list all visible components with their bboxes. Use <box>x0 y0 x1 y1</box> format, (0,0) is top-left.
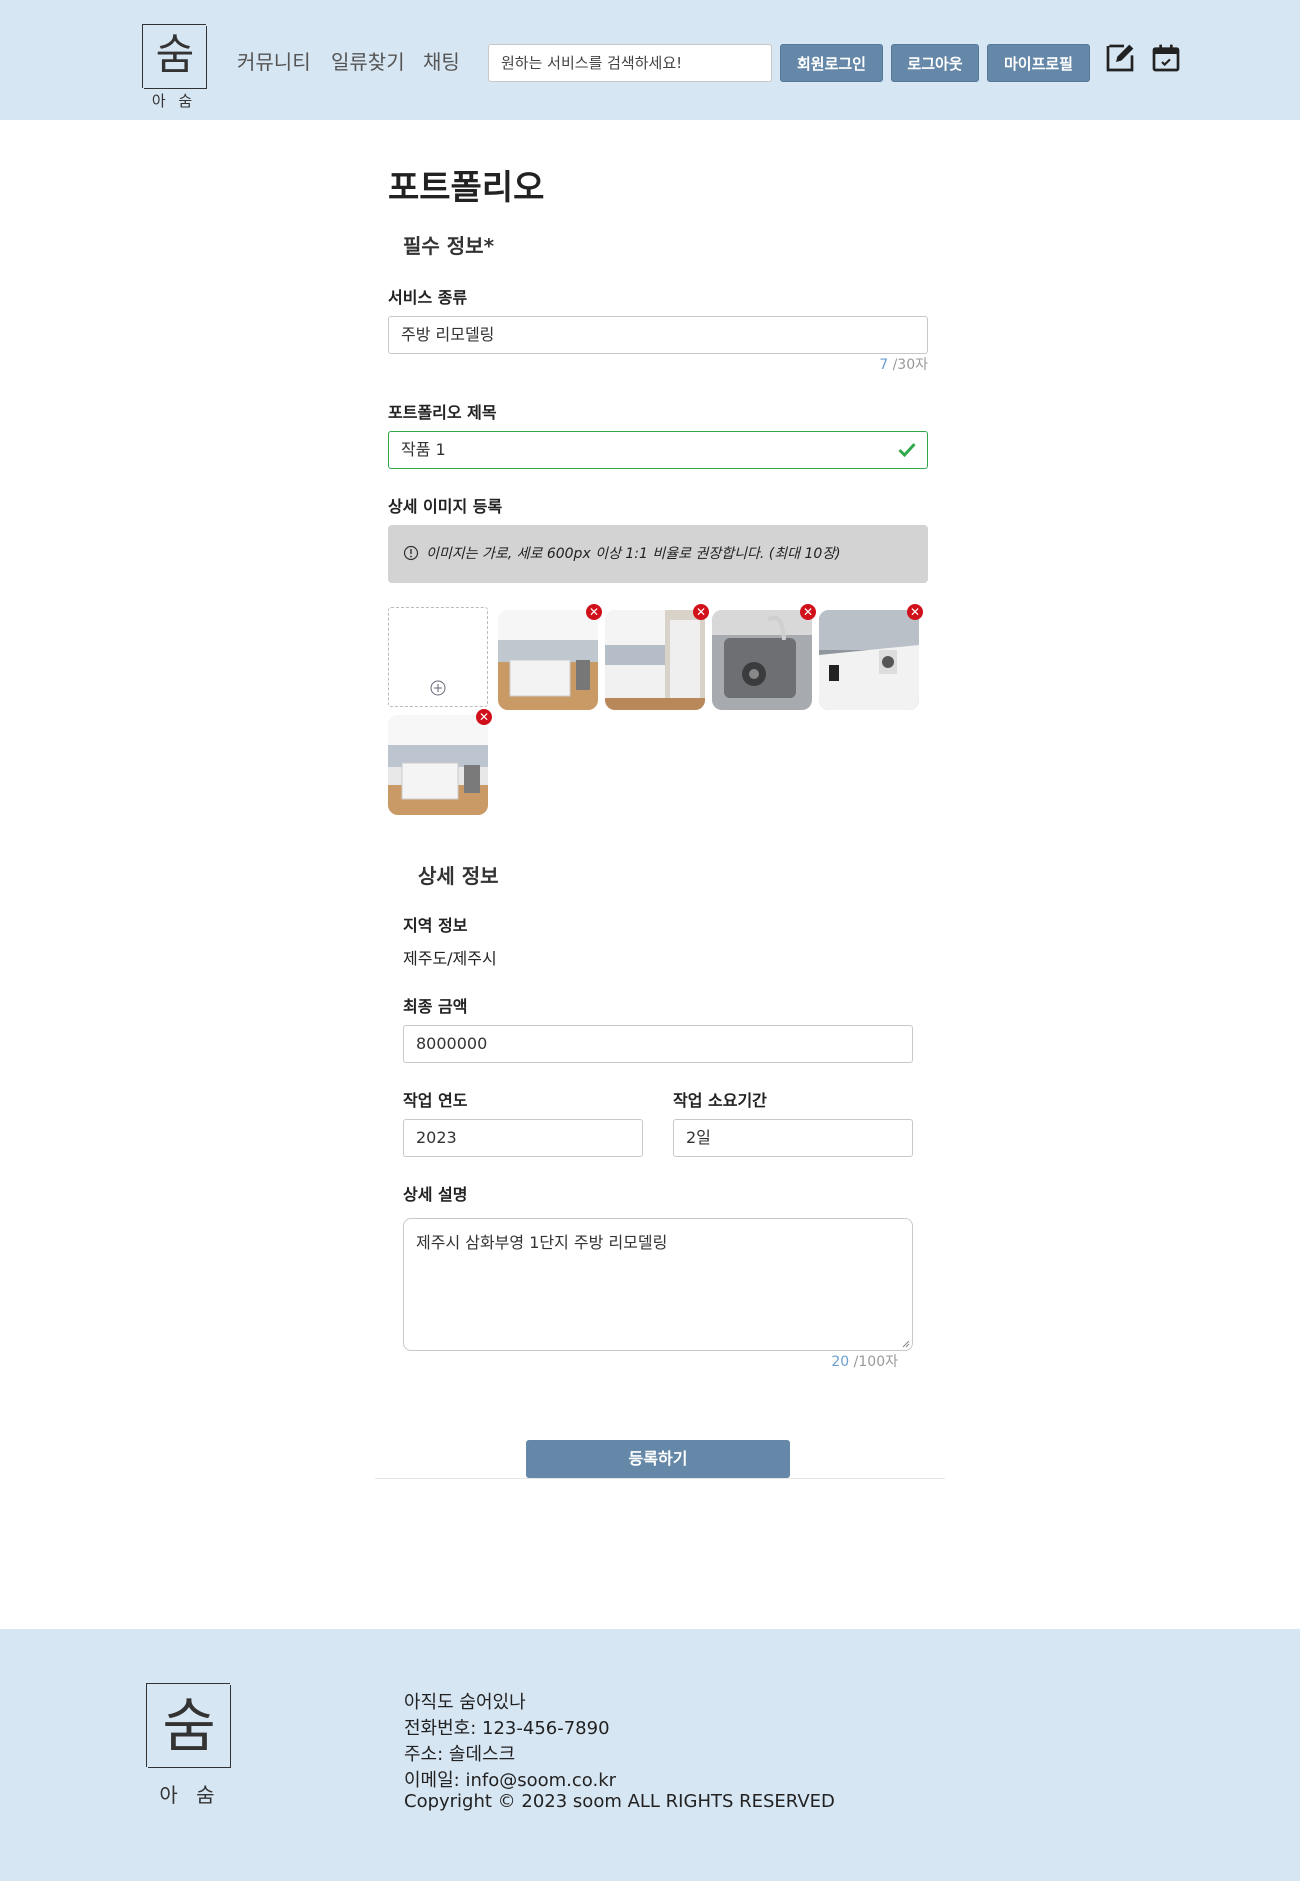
page-title: 포트폴리오 <box>388 168 545 208</box>
site-header: 숨 아 숨 커뮤니티 일류찾기 채팅 원하는 서비스를 검색하세요! 회원로그인… <box>0 0 1300 120</box>
footer-email: 이메일: info@soom.co.kr <box>404 1770 617 1791</box>
service-type-max: /30자 <box>888 357 928 373</box>
nav-community[interactable]: 커뮤니티 <box>237 46 311 75</box>
image-thumbnail[interactable]: ✕ <box>712 604 816 710</box>
nav-chat[interactable]: 채팅 <box>423 46 460 75</box>
portfolio-title-label: 포트폴리오 제목 <box>388 403 497 422</box>
footer-logo-mark: 숨 <box>162 1692 216 1760</box>
countertop-photo <box>819 610 919 710</box>
sink-photo <box>712 610 812 710</box>
work-duration-input[interactable]: 2일 <box>673 1119 913 1157</box>
image-notice: 이미지는 가로, 세로 600px 이상 1:1 비율로 권장합니다. (최대 … <box>388 525 928 583</box>
portfolio-title-value: 작품 1 <box>401 440 446 459</box>
description-value: 제주시 삼화부영 1단지 주방 리모델링 <box>416 1233 668 1252</box>
footer-address: 주소: 솔데스크 <box>404 1744 516 1765</box>
final-price-label: 최종 금액 <box>403 997 468 1016</box>
region-value: 제주도/제주시 <box>403 949 497 968</box>
description-label: 상세 설명 <box>403 1185 468 1204</box>
final-price-input[interactable]: 8000000 <box>403 1025 913 1063</box>
kitchen-photo <box>605 610 705 710</box>
delete-image-button[interactable]: ✕ <box>586 604 602 620</box>
site-footer: 숨 아 숨 아직도 숨어있나 전화번호: 123-456-7890 주소: 솔데… <box>0 1629 1300 1881</box>
search-input[interactable]: 원하는 서비스를 검색하세요! <box>488 44 772 82</box>
footer-logo-text: 아 숨 <box>159 1783 221 1807</box>
footer-logo: 숨 <box>146 1683 231 1768</box>
calendar-icon[interactable] <box>1150 42 1182 74</box>
image-thumbnail[interactable]: ✕ <box>498 604 602 710</box>
login-button[interactable]: 회원로그인 <box>780 44 883 82</box>
service-type-label: 서비스 종류 <box>388 288 468 307</box>
logout-button[interactable]: 로그아웃 <box>891 44 979 82</box>
image-thumbnail[interactable]: ✕ <box>388 709 492 815</box>
footer-phone: 전화번호: 123-456-7890 <box>404 1718 610 1739</box>
delete-image-button[interactable]: ✕ <box>907 604 923 620</box>
description-count: 20 <box>831 1354 850 1370</box>
description-textarea[interactable]: 제주시 삼화부영 1단지 주방 리모델링 <box>403 1218 913 1351</box>
divider <box>375 1478 945 1479</box>
region-label: 지역 정보 <box>403 916 468 935</box>
check-icon <box>898 443 916 458</box>
portfolio-title-input[interactable]: 작품 1 <box>388 431 928 469</box>
footer-copyright: Copyright © 2023 soom ALL RIGHTS RESERVE… <box>404 1791 835 1812</box>
image-notice-text: 이미지는 가로, 세로 600px 이상 1:1 비율로 권장합니다. (최대 … <box>426 546 841 562</box>
logo[interactable]: 숨 <box>142 24 207 89</box>
info-icon <box>403 545 419 561</box>
delete-image-button[interactable]: ✕ <box>800 604 816 620</box>
nav-find-expert[interactable]: 일류찾기 <box>331 46 405 75</box>
add-image-icon <box>430 680 446 696</box>
detail-section-title: 상세 정보 <box>418 864 499 888</box>
description-counter: 20 /100자 <box>798 1351 898 1371</box>
images-label: 상세 이미지 등록 <box>388 497 503 516</box>
footer-slogan: 아직도 숨어있나 <box>404 1692 526 1713</box>
edit-icon[interactable] <box>1104 42 1136 74</box>
logo-text: 아 숨 <box>151 92 197 110</box>
submit-button[interactable]: 등록하기 <box>526 1440 790 1478</box>
work-year-input[interactable]: 2023 <box>403 1119 643 1157</box>
image-upload-button[interactable] <box>388 607 488 707</box>
my-profile-button[interactable]: 마이프로필 <box>987 44 1090 82</box>
work-year-label: 작업 연도 <box>403 1091 468 1110</box>
image-thumbnail[interactable]: ✕ <box>605 604 709 710</box>
delete-image-button[interactable]: ✕ <box>476 709 492 725</box>
image-thumbnail[interactable]: ✕ <box>819 604 923 710</box>
required-section-title: 필수 정보* <box>403 234 495 258</box>
resize-handle[interactable] <box>900 1338 910 1348</box>
kitchen-photo <box>388 715 488 815</box>
description-max: /100자 <box>849 1354 898 1370</box>
service-type-count: 7 <box>879 357 889 373</box>
kitchen-photo <box>498 610 598 710</box>
delete-image-button[interactable]: ✕ <box>693 604 709 620</box>
service-type-input[interactable]: 주방 리모델링 <box>388 316 928 354</box>
logo-mark: 숨 <box>155 30 195 79</box>
service-type-counter: 7 /30자 <box>828 354 928 374</box>
work-duration-label: 작업 소요기간 <box>673 1091 767 1110</box>
